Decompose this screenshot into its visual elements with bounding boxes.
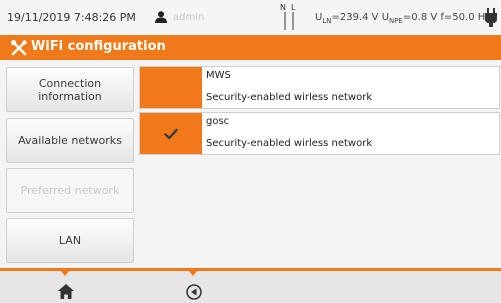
wrench-screwdriver-icon	[10, 39, 27, 56]
user-name: admin	[173, 12, 205, 23]
network-name: MWS	[206, 70, 231, 81]
phase-n-label: N	[280, 3, 286, 12]
measurement-readout: ULN=239.4 V UNPE=0.8 V f=50.0 Hz	[315, 12, 491, 25]
page-title: WiFi configuration	[31, 39, 166, 54]
back-marker	[189, 271, 197, 276]
bottom-accent-line	[0, 268, 501, 271]
lan-button[interactable]: LAN	[6, 218, 134, 263]
u-ln-value: =239.4 V	[331, 12, 379, 23]
preferred-network-button: Preferred network	[6, 168, 134, 213]
plug-icon	[485, 8, 497, 27]
phase-l-label: L	[291, 3, 296, 12]
status-bar: 19/11/2019 7:48:26 PM admin N L ULN=239.…	[0, 0, 501, 35]
datetime: 19/11/2019 7:48:26 PM	[7, 11, 136, 24]
network-row-mws[interactable]: MWS Security-enabled wirless network	[139, 66, 500, 109]
network-name: gosc	[206, 116, 230, 127]
u-npe-label: U	[381, 12, 390, 23]
u-npe-value: =0.8 V	[402, 12, 438, 23]
frequency-value: f=50.0 Hz	[440, 12, 491, 23]
check-icon	[164, 128, 178, 140]
u-npe-sub: NPE	[389, 17, 403, 25]
user-icon	[155, 11, 167, 23]
network-select-cell[interactable]	[140, 113, 202, 154]
back-icon[interactable]	[186, 284, 202, 300]
network-select-cell[interactable]	[140, 67, 202, 108]
network-description: Security-enabled wirless network	[206, 138, 373, 149]
connection-information-button[interactable]: Connection information	[6, 67, 134, 112]
home-icon[interactable]	[58, 284, 74, 299]
network-description: Security-enabled wirless network	[206, 92, 373, 103]
title-bar: WiFi configuration	[0, 35, 501, 60]
network-row-gosc[interactable]: gosc Security-enabled wirless network	[139, 112, 500, 155]
home-marker	[61, 271, 69, 276]
bottom-bar	[0, 268, 501, 303]
available-networks-button[interactable]: Available networks	[6, 118, 134, 163]
